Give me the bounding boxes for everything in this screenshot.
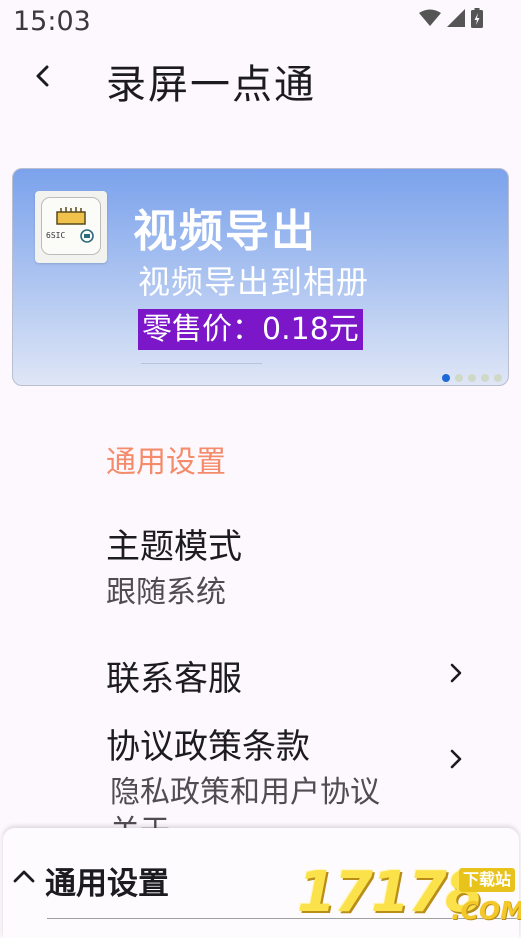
watermark-tag: 下载站	[459, 868, 516, 892]
watermark-logo: 17178 下载站 .COM	[297, 858, 521, 926]
banner-subtitle: 视频导出到相册	[138, 263, 370, 301]
sheet-title: 通用设置	[45, 866, 169, 902]
crown-icon	[56, 207, 86, 225]
wifi-icon	[419, 9, 441, 26]
setting-title: 协议政策条款	[106, 727, 310, 767]
signal-icon	[447, 9, 465, 27]
watermark-domain: .COM	[451, 896, 521, 925]
setting-subtitle: 跟随系统	[106, 575, 226, 610]
banner-price: 零售价：0.18元	[138, 309, 363, 350]
page-dot[interactable]	[468, 374, 476, 382]
page-dot[interactable]	[455, 374, 463, 382]
back-arrow-icon	[36, 65, 49, 87]
setting-title: 联系客服	[106, 659, 242, 699]
chevron-up-icon[interactable]	[11, 866, 37, 886]
back-button[interactable]	[22, 56, 62, 96]
chevron-right-icon	[450, 663, 462, 683]
setting-subtitle: 隐私政策和用户协议	[110, 775, 380, 810]
banner-underline	[141, 363, 262, 364]
setting-policy-terms[interactable]: 协议政策条款 隐私政策和用户协议	[0, 713, 521, 810]
setting-contact-support[interactable]: 联系客服	[0, 645, 521, 705]
page-dot[interactable]	[494, 374, 502, 382]
page-dot[interactable]	[442, 374, 450, 382]
status-bar: 15:03	[0, 0, 521, 46]
page-dot[interactable]	[481, 374, 489, 382]
status-icons	[419, 8, 483, 28]
battery-icon	[471, 8, 483, 28]
banner-thumbnail: 6SIC	[35, 191, 107, 263]
banner-page-indicator	[442, 374, 502, 382]
film-icon	[80, 229, 94, 243]
status-time: 15:03	[13, 6, 91, 37]
section-header-general: 通用设置	[106, 445, 226, 480]
app-bar: 录屏一点通	[0, 46, 521, 110]
page-title: 录屏一点通	[106, 62, 316, 108]
setting-title: 主题模式	[106, 527, 242, 567]
setting-theme-mode[interactable]: 主题模式 跟随系统	[0, 515, 521, 610]
product-icon: 6SIC	[41, 197, 101, 255]
banner-title: 视频导出	[133, 206, 317, 257]
promo-banner[interactable]: 6SIC 视频导出 视频导出到相册 零售价：0.18元	[12, 168, 509, 386]
thumbnail-label: 6SIC	[46, 231, 66, 240]
chevron-right-icon	[450, 749, 462, 769]
